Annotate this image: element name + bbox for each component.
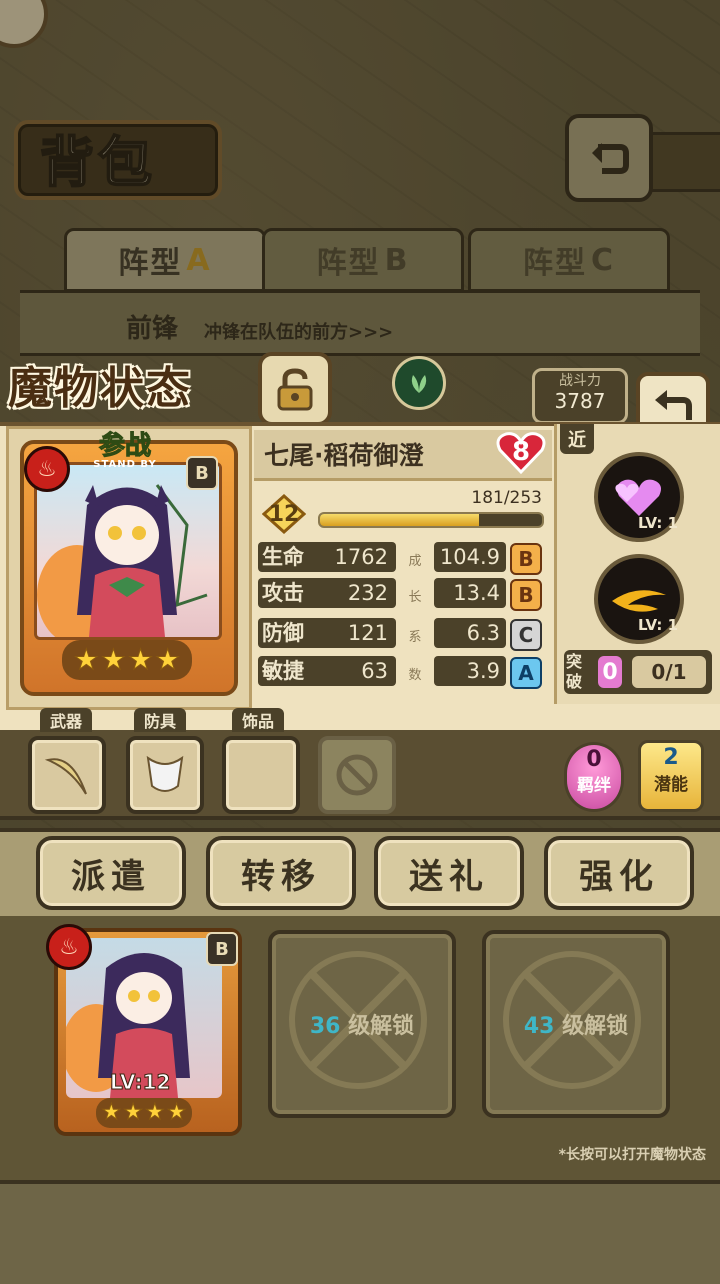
monster-level: 12 <box>268 501 300 527</box>
padlock-icon <box>277 368 313 411</box>
breakthrough-label: 突破 <box>566 652 583 691</box>
star-icon: ★ <box>123 1100 144 1126</box>
exp-bar-fill <box>320 514 479 526</box>
affection-level: 8 <box>511 437 531 467</box>
unlock-suffix: 级解锁 <box>562 1014 629 1039</box>
breakthrough-value: 0 <box>598 656 622 688</box>
star-rating: ★ ★ ★ ★ <box>62 640 192 680</box>
skill-2-level: LV: 1 <box>638 616 679 634</box>
fur-collar-armor-icon <box>146 755 184 792</box>
stat-value: 63 <box>361 659 388 683</box>
weapon-slot[interactable] <box>28 736 106 814</box>
monster-name: 七尾·稻荷御澄 <box>264 441 424 470</box>
standby-text: 参战 <box>98 431 151 461</box>
standby-subtext: STAND BY <box>93 459 157 470</box>
accessory-label: 饰品 <box>232 708 284 732</box>
combat-power-value: 3787 <box>554 389 606 413</box>
growth-value: 13.4 <box>453 581 500 605</box>
potential-value: 2 <box>663 745 679 770</box>
combat-power-box: 战斗力 3787 <box>532 368 628 424</box>
star-icon: ★ <box>127 643 154 676</box>
breakthrough-progress: 0/1 <box>632 656 706 688</box>
exp-text: 181/253 <box>471 488 542 508</box>
star-icon: ★ <box>100 643 126 676</box>
star-icon: ★ <box>73 643 99 676</box>
leaf-element-icon <box>392 356 446 410</box>
rank-badge: B <box>206 932 238 966</box>
exp-bar <box>318 512 544 528</box>
rank-badge: B <box>186 456 218 490</box>
armor-label: 防具 <box>134 708 186 732</box>
unlock-level: 36 <box>309 1014 341 1039</box>
team-slot-1-stars: ★ ★ ★ ★ <box>96 1098 192 1128</box>
growth-value: 3.9 <box>466 659 500 683</box>
monster-status-title: 魔物状态 <box>8 363 192 414</box>
dispatch-button[interactable]: 派遣 <box>36 836 186 910</box>
enhance-button[interactable]: 强化 <box>544 836 694 910</box>
gift-button[interactable]: 送礼 <box>374 836 524 910</box>
lock-button[interactable] <box>258 352 332 426</box>
star-icon: ★ <box>155 643 181 676</box>
growth-caption: 长 <box>408 590 422 605</box>
standby-banner: 参战 STAND BY <box>70 432 180 472</box>
team-slot-2-unlock-text: 36 级解锁 <box>272 1008 452 1040</box>
bond-button[interactable]: 0 羁绊 <box>564 742 624 812</box>
bottom-band <box>0 1180 720 1284</box>
star-icon: ★ <box>166 1100 187 1126</box>
skill-1-level: LV: 1 <box>638 514 679 532</box>
growth-caption: 成 <box>408 554 422 569</box>
growth-caption: 数 <box>408 668 422 683</box>
locked-equipment-slot <box>318 736 396 814</box>
armor-slot[interactable] <box>126 736 204 814</box>
stat-value: 232 <box>347 581 388 605</box>
grade-badge: C <box>510 619 542 651</box>
grade-badge: B <box>510 579 542 611</box>
stat-value: 1762 <box>334 545 388 569</box>
growth-value: 6.3 <box>466 621 500 645</box>
star-icon: ★ <box>145 1100 166 1126</box>
fire-slash-skill-icon <box>612 590 666 612</box>
star-icon: ★ <box>101 1100 122 1126</box>
grade-badge: B <box>510 543 542 575</box>
stat-name: 生命 <box>262 545 304 569</box>
fire-element-icon: ♨ <box>46 924 92 970</box>
long-press-hint: *长按可以打开魔物状态 <box>558 1147 706 1163</box>
affection-heart-icon: 8 <box>494 428 548 476</box>
potential-button[interactable]: 2 潜能 <box>638 740 704 812</box>
team-slot-3-unlock-text: 43 级解锁 <box>486 1008 666 1040</box>
weapon-label: 武器 <box>40 708 92 732</box>
prohibited-icon <box>336 754 378 796</box>
potential-label: 潜能 <box>654 775 688 795</box>
grade-badge: A <box>510 657 542 689</box>
unlock-suffix: 级解锁 <box>348 1014 415 1039</box>
stat-name: 攻击 <box>262 581 304 605</box>
team-slot-1-level: LV:12 <box>109 1070 171 1095</box>
growth-caption: 系 <box>408 630 422 645</box>
bond-value: 0 <box>586 747 602 772</box>
stat-name: 防御 <box>262 621 304 645</box>
accessory-slot[interactable] <box>222 736 300 814</box>
feather-weapon-icon <box>44 758 87 795</box>
transfer-button[interactable]: 转移 <box>206 836 356 910</box>
bond-label: 羁绊 <box>577 776 611 796</box>
growth-value: 104.9 <box>439 545 500 569</box>
unlock-level: 43 <box>523 1014 555 1039</box>
range-tag: 近 <box>560 424 594 454</box>
level-badge: 12 <box>262 494 306 534</box>
combat-power-label: 战斗力 <box>559 373 601 389</box>
fire-element-icon: ♨ <box>24 446 70 492</box>
stat-value: 121 <box>347 621 388 645</box>
stat-name: 敏捷 <box>262 659 304 683</box>
